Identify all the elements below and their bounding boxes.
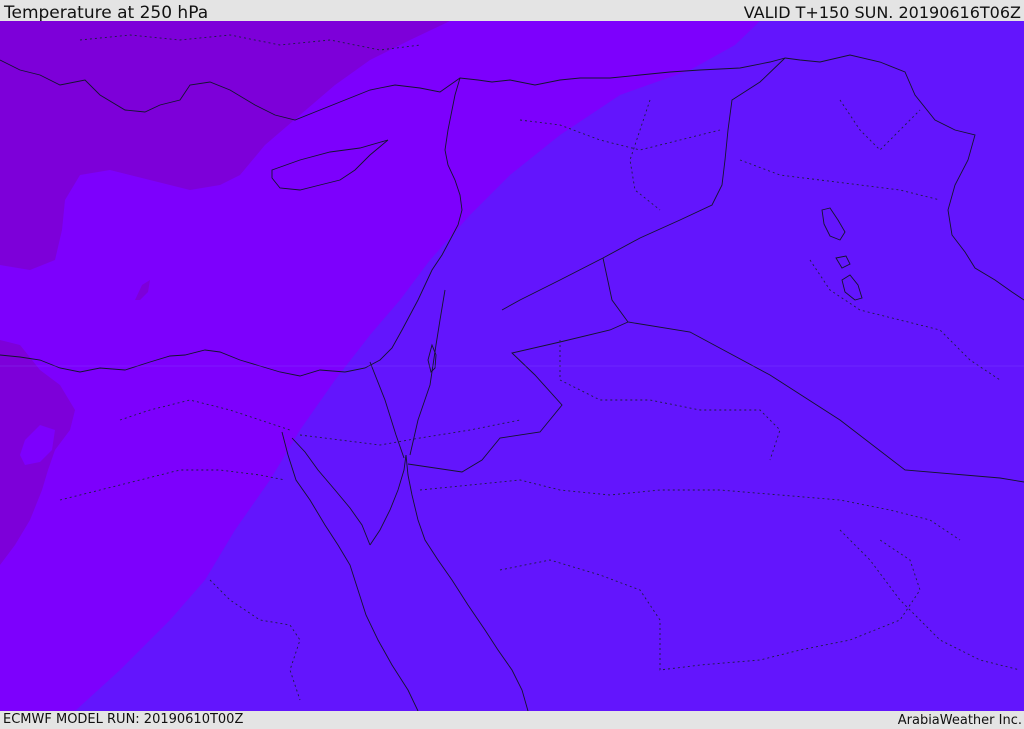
footer-bar: ECMWF MODEL RUN: 20190610T00Z ArabiaWeat…	[0, 711, 1024, 729]
valid-time: VALID T+150 SUN. 20190616T06Z	[743, 3, 1021, 22]
credit-label: ArabiaWeather Inc.	[897, 713, 1022, 728]
header-bar: Temperature at 250 hPa VALID T+150 SUN. …	[0, 0, 1024, 23]
map-title: Temperature at 250 hPa	[4, 3, 209, 23]
temperature-map[interactable]	[0, 21, 1024, 711]
model-run-label: ECMWF MODEL RUN: 20190610T00Z	[3, 712, 244, 727]
